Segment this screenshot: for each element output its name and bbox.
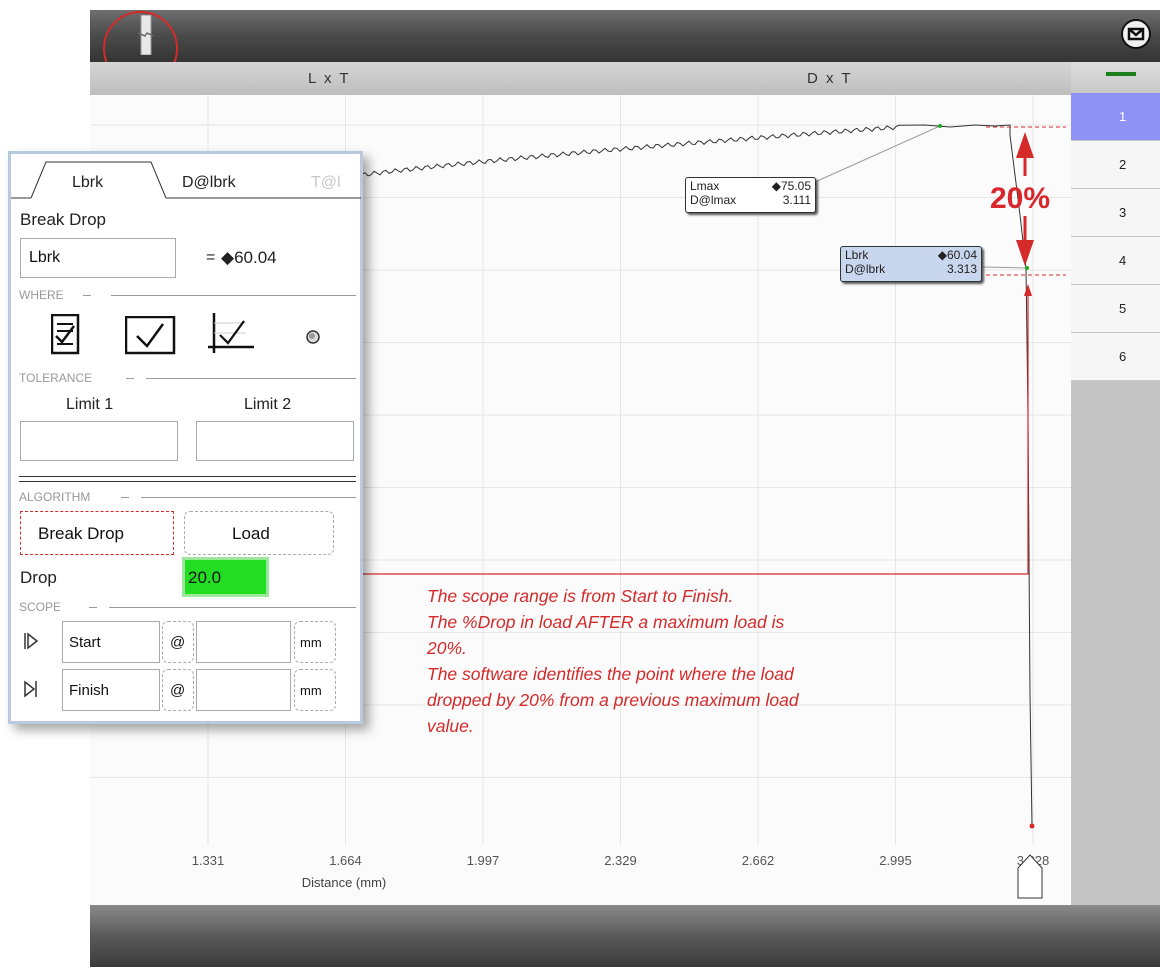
name-input[interactable]: Lbrk: [20, 238, 176, 278]
record-dot-icon[interactable]: [305, 329, 321, 345]
break-settings-panel: Lbrk D@lbrk T@l Break Drop Lbrk = ◆60.04…: [8, 151, 363, 724]
note-line: 20%.: [427, 638, 467, 658]
note-line: dropped by 20% from a previous maximum l…: [427, 690, 799, 710]
lmax-label: Lmax: [690, 179, 720, 193]
lbrk-leader: [982, 266, 1027, 269]
tab-tlbrk[interactable]: T@l: [311, 174, 341, 192]
start-value-input[interactable]: [196, 621, 291, 663]
limit2-label: Limit 2: [244, 396, 292, 413]
cursor-marker-icon: [1017, 854, 1043, 899]
table-check-icon[interactable]: [125, 316, 177, 356]
dlbrk-value: 3.313: [946, 262, 977, 276]
limit2-input[interactable]: [196, 421, 354, 461]
finish-input[interactable]: Finish: [62, 669, 160, 711]
drop-input[interactable]: 20.0: [182, 557, 269, 597]
lmax-value: ◆75.05: [771, 179, 811, 193]
explanation-note: The scope range is from Start to Finish.…: [427, 583, 877, 739]
where-section-label: WHERE: [19, 288, 64, 302]
scope-section-label: SCOPE: [19, 600, 62, 614]
bottom-toolbar: [90, 905, 1160, 967]
algo-load-option[interactable]: Load: [184, 511, 334, 555]
note-line: value.: [427, 716, 474, 736]
drop-label: Drop: [20, 568, 57, 587]
tab-dlbrk[interactable]: D@lbrk: [182, 174, 236, 192]
start-input[interactable]: Start: [62, 621, 160, 663]
connector-arrow-up: [1024, 284, 1032, 296]
dlmax-label: D@lmax: [690, 193, 737, 207]
algorithm-section-label: ALGORITHM: [19, 490, 91, 504]
graph-check-icon[interactable]: [206, 311, 258, 356]
sidebar-item-2[interactable]: 2: [1071, 141, 1160, 189]
lbrk-value: ◆60.04: [937, 248, 977, 262]
drop-connector-line: [268, 290, 1029, 575]
start-marker-icon: [24, 632, 39, 650]
drop-percent-label: 20%: [990, 182, 1051, 215]
note-line: The software identifies the point where …: [427, 664, 794, 684]
divider: [19, 476, 356, 482]
result-value: ◆60.04: [221, 248, 277, 267]
sidebar-item-5[interactable]: 5: [1071, 285, 1160, 333]
lbrk-label: Lbrk: [845, 248, 869, 262]
lbrk-infobox: Lbrk ◆60.04 D@lbrk 3.313: [840, 246, 982, 282]
sidebar-item-6[interactable]: 6: [1071, 333, 1160, 381]
limit1-input[interactable]: [20, 421, 178, 461]
sidebar-item-1[interactable]: 1: [1071, 93, 1160, 141]
arrow-head-down: [1016, 240, 1034, 266]
finish-marker-icon: [24, 680, 37, 698]
dlmax-value: 3.111: [782, 193, 811, 207]
note-line: The %Drop in load AFTER a maximum load i…: [427, 612, 785, 632]
algo-break-drop-option[interactable]: Break Drop: [20, 511, 174, 555]
tolerance-section-label: TOLERANCE: [19, 371, 93, 385]
sidebar-item-4[interactable]: 4: [1071, 237, 1160, 285]
result-list-sidebar: 1 2 3 4 5 6: [1071, 62, 1160, 905]
sidebar-item-3[interactable]: 3: [1071, 189, 1160, 237]
arrow-head-up: [1016, 132, 1034, 158]
lmax-infobox: Lmax ◆75.05 D@lmax 3.111: [685, 177, 816, 213]
equals-sign: =: [206, 249, 216, 266]
report-check-icon[interactable]: [51, 314, 81, 356]
end-point: [1029, 823, 1035, 829]
finish-value-input[interactable]: [196, 669, 291, 711]
sidebar-header: [1071, 62, 1160, 93]
panel-title: Break Drop: [20, 210, 106, 229]
limit1-label: Limit 1: [66, 396, 114, 413]
lmax-leader: [814, 125, 941, 183]
max-point: [938, 124, 942, 128]
finish-at-button[interactable]: @: [162, 669, 194, 711]
minimize-icon[interactable]: [1106, 72, 1136, 76]
start-unit[interactable]: mm: [294, 621, 336, 663]
dlbrk-label: D@lbrk: [845, 262, 886, 276]
note-line: The scope range is from Start to Finish.: [427, 586, 734, 606]
tab-lbrk[interactable]: Lbrk: [72, 174, 103, 192]
break-point: [1025, 266, 1029, 270]
finish-unit[interactable]: mm: [294, 669, 336, 711]
start-at-button[interactable]: @: [162, 621, 194, 663]
